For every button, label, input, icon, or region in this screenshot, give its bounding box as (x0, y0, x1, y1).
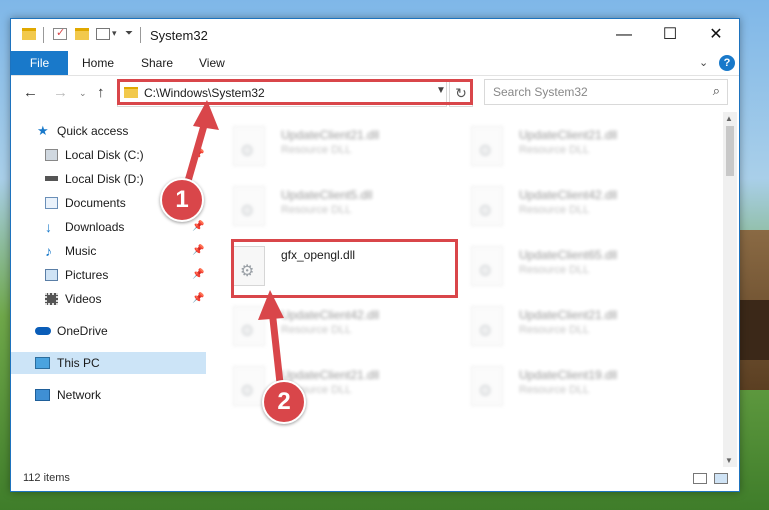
star-icon: ★ (37, 123, 49, 138)
dll-file-icon (233, 186, 265, 226)
file-item[interactable]: UpdateClient42.dll Resource DLL (233, 302, 453, 352)
tab-share[interactable]: Share (141, 51, 173, 75)
file-item[interactable]: UpdateClient42.dll Resource DLL (471, 182, 691, 232)
quick-access-toolbar-menu-icon[interactable]: ⏷ (125, 28, 133, 39)
nav-quick-access[interactable]: ★ Quick access (11, 120, 206, 142)
folder-icon (22, 28, 36, 40)
details-view-icon[interactable] (693, 473, 707, 484)
new-folder-icon[interactable] (75, 28, 89, 40)
nav-videos[interactable]: Videos 📌 (11, 288, 206, 310)
tab-view[interactable]: View (199, 51, 225, 75)
scrollbar-thumb[interactable] (726, 126, 734, 176)
pin-icon[interactable]: 📌 (192, 288, 204, 310)
network-icon (35, 389, 50, 401)
scroll-down-icon[interactable]: ▼ (725, 456, 733, 465)
pin-icon[interactable]: 📌 (192, 240, 204, 262)
dll-file-icon (471, 366, 503, 406)
nav-network[interactable]: Network (11, 384, 206, 406)
nav-this-pc[interactable]: This PC (11, 352, 206, 374)
address-bar-row: ← → ⌄ ↑ C:\Windows\System32 ▼ ↻ Search S… (11, 76, 739, 112)
file-item[interactable]: UpdateClient21.dll Resource DLL (233, 122, 453, 172)
pin-icon[interactable]: 📌 (192, 144, 204, 166)
status-bar: 112 items (11, 467, 739, 491)
refresh-button[interactable]: ↻ (449, 79, 473, 107)
videos-icon (45, 293, 58, 305)
nav-music[interactable]: ♪ Music 📌 (11, 240, 206, 262)
up-arrow-icon[interactable]: ↑ (97, 84, 105, 101)
properties-icon[interactable]: ✓ (53, 27, 67, 40)
pin-icon[interactable]: 📌 (192, 216, 204, 238)
recent-locations-chevron-icon[interactable]: ⌄ (79, 88, 87, 99)
view-icon[interactable] (96, 28, 110, 40)
item-count: 112 items (23, 472, 70, 484)
nav-local-disk-c[interactable]: Local Disk (C:) 📌 (11, 144, 206, 166)
help-button[interactable]: ? (719, 55, 735, 71)
download-icon: ↓ (45, 219, 52, 235)
close-button[interactable]: ✕ (693, 19, 739, 51)
folder-icon (124, 87, 138, 98)
vertical-scrollbar[interactable]: ▲ ▼ (723, 112, 737, 467)
music-icon: ♪ (45, 243, 52, 259)
pin-icon[interactable]: 📌 (192, 264, 204, 286)
file-item[interactable]: UpdateClient5.dll Resource DLL (233, 182, 453, 232)
step-2-badge: 2 (262, 380, 306, 424)
dll-file-icon (471, 246, 503, 286)
expand-ribbon-chevron-icon[interactable]: ⌄ (699, 56, 708, 69)
file-explorer-window: ✓ ▾ ⏷ System32 — ☐ ✕ File Home Share Vie… (10, 18, 740, 492)
file-highlight-box (231, 239, 458, 298)
ribbon-tabs: File Home Share View ⌄ ? (11, 51, 739, 76)
scroll-up-icon[interactable]: ▲ (725, 114, 733, 123)
drive-icon (45, 149, 58, 161)
large-icons-view-icon[interactable] (714, 473, 728, 484)
address-path: C:\Windows\System32 (144, 86, 265, 100)
tab-home[interactable]: Home (82, 51, 114, 75)
dll-file-icon (233, 366, 265, 406)
file-item[interactable]: UpdateClient21.dll Resource DLL (471, 122, 691, 172)
minimize-button[interactable]: — (601, 19, 647, 51)
file-item[interactable]: UpdateClient65.dll Resource DLL (471, 242, 691, 292)
window-title: System32 (150, 28, 208, 43)
nav-onedrive[interactable]: OneDrive (11, 320, 206, 342)
pictures-icon (45, 269, 58, 281)
cloud-icon (35, 327, 51, 335)
address-dropdown-icon[interactable]: ▼ (436, 85, 446, 96)
search-icon: ⌕ (712, 83, 720, 98)
documents-icon (45, 197, 58, 209)
nav-pictures[interactable]: Pictures 📌 (11, 264, 206, 286)
dll-file-icon (471, 186, 503, 226)
dll-file-icon (233, 306, 265, 346)
dll-file-icon (233, 126, 265, 166)
search-placeholder: Search System32 (493, 85, 588, 99)
title-bar: ✓ ▾ ⏷ System32 — ☐ ✕ (11, 19, 739, 51)
file-item[interactable]: UpdateClient19.dll Resource DLL (471, 362, 691, 412)
computer-icon (35, 357, 50, 369)
drive-icon (45, 176, 58, 181)
maximize-button[interactable]: ☐ (647, 19, 693, 51)
search-input[interactable]: Search System32 ⌕ (484, 79, 728, 105)
address-field[interactable]: C:\Windows\System32 ▼ (117, 79, 447, 107)
dll-file-icon (471, 126, 503, 166)
tab-file[interactable]: File (11, 51, 68, 75)
file-item[interactable]: UpdateClient21.dll Resource DLL (471, 302, 691, 352)
divider (140, 27, 141, 43)
back-arrow-icon[interactable]: ← (23, 84, 38, 101)
navigation-pane: ★ Quick access Local Disk (C:) 📌 Local D… (11, 112, 206, 467)
dll-file-icon (471, 306, 503, 346)
divider (43, 27, 44, 43)
step-1-badge: 1 (160, 178, 204, 222)
customize-dropdown-icon[interactable]: ▾ (112, 28, 117, 39)
forward-arrow-icon[interactable]: → (53, 84, 68, 101)
